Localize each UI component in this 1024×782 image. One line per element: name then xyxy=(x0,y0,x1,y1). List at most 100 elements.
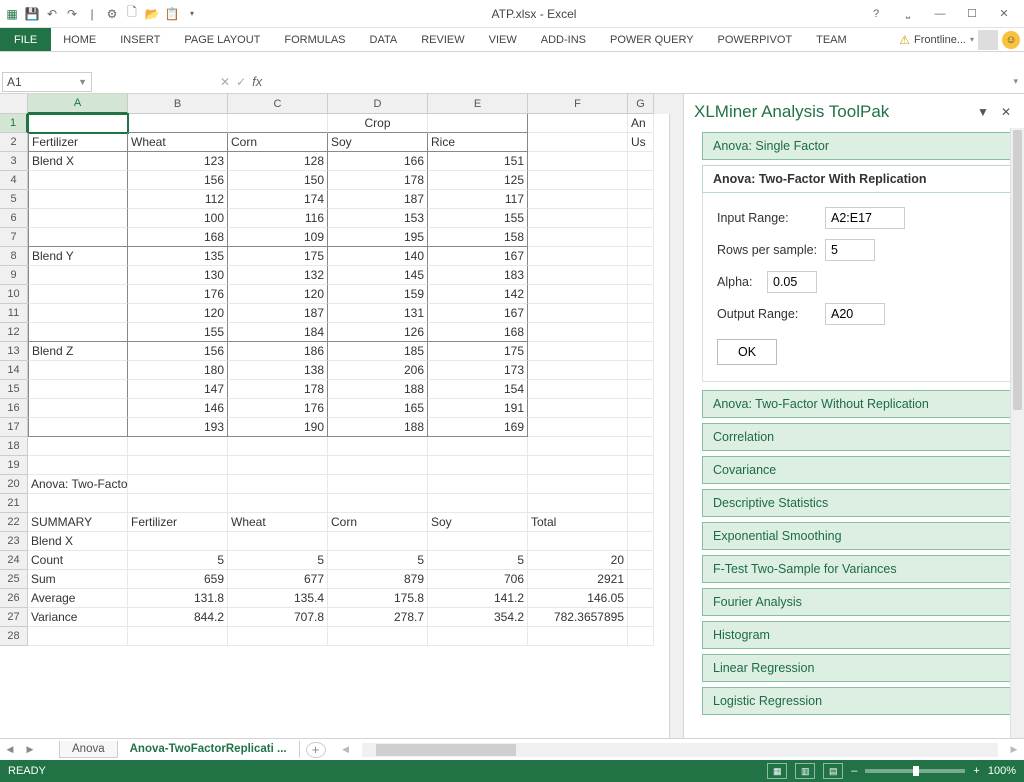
cell[interactable] xyxy=(628,551,654,570)
row-header[interactable]: 20 xyxy=(0,475,28,494)
cell[interactable] xyxy=(628,589,654,608)
cell[interactable] xyxy=(628,494,654,513)
cell[interactable] xyxy=(128,494,228,513)
zoom-in-button[interactable]: + xyxy=(973,765,979,777)
cell[interactable] xyxy=(528,133,628,152)
cell[interactable] xyxy=(628,209,654,228)
zoom-out-button[interactable]: – xyxy=(851,765,857,777)
cell[interactable] xyxy=(228,437,328,456)
cell[interactable]: Blend X xyxy=(28,532,128,551)
cell[interactable]: 175 xyxy=(428,342,528,361)
pane-menu-icon[interactable]: ▼ xyxy=(974,105,992,119)
cell[interactable] xyxy=(628,247,654,266)
tool-anova-single[interactable]: Anova: Single Factor xyxy=(702,132,1014,160)
cell[interactable] xyxy=(528,152,628,171)
col-header-G[interactable]: G xyxy=(628,94,654,114)
cell[interactable] xyxy=(628,190,654,209)
row-header[interactable]: 7 xyxy=(0,228,28,247)
zoom-slider[interactable] xyxy=(865,769,965,773)
cell[interactable]: Fertilizer xyxy=(128,513,228,532)
cell[interactable]: 145 xyxy=(328,266,428,285)
cell[interactable] xyxy=(528,627,628,646)
tool-item[interactable]: Fourier Analysis xyxy=(702,588,1014,616)
cell[interactable]: Wheat xyxy=(128,133,228,152)
row-header[interactable]: 4 xyxy=(0,171,28,190)
cell[interactable]: Sum xyxy=(28,570,128,589)
tab-file[interactable]: FILE xyxy=(0,28,51,51)
cell[interactable] xyxy=(628,532,654,551)
row-header[interactable]: 25 xyxy=(0,570,28,589)
cell[interactable]: 5 xyxy=(428,551,528,570)
cell[interactable] xyxy=(528,532,628,551)
cell[interactable]: Soy xyxy=(328,133,428,152)
row-header[interactable]: 22 xyxy=(0,513,28,532)
cell[interactable]: 5 xyxy=(128,551,228,570)
cell[interactable] xyxy=(528,475,628,494)
cell[interactable]: 126 xyxy=(328,323,428,342)
cell[interactable]: 184 xyxy=(228,323,328,342)
cell[interactable]: 175 xyxy=(228,247,328,266)
cell[interactable]: 117 xyxy=(428,190,528,209)
sheet-tab-anova[interactable]: Anova xyxy=(59,741,118,758)
cell[interactable]: 175.8 xyxy=(328,589,428,608)
cell[interactable]: 155 xyxy=(428,209,528,228)
horizontal-scrollbar[interactable] xyxy=(362,743,998,757)
cell[interactable] xyxy=(628,627,654,646)
cell[interactable]: 156 xyxy=(128,171,228,190)
tool-item[interactable]: Logistic Regression xyxy=(702,687,1014,715)
cell[interactable]: 120 xyxy=(128,304,228,323)
cell[interactable]: 112 xyxy=(128,190,228,209)
row-header[interactable]: 14 xyxy=(0,361,28,380)
cell[interactable] xyxy=(428,456,528,475)
cell[interactable] xyxy=(28,361,128,380)
cell[interactable] xyxy=(528,418,628,437)
minimize-icon[interactable]: — xyxy=(928,4,952,24)
cell[interactable] xyxy=(628,228,654,247)
cell[interactable] xyxy=(628,304,654,323)
cell[interactable]: Anova: Two-Factor With Replication xyxy=(28,475,128,494)
cell[interactable]: Total xyxy=(528,513,628,532)
row-header[interactable]: 8 xyxy=(0,247,28,266)
tab-formulas[interactable]: FORMULAS xyxy=(272,28,357,51)
cell[interactable]: 190 xyxy=(228,418,328,437)
cell[interactable] xyxy=(228,532,328,551)
cell[interactable] xyxy=(328,627,428,646)
row-header[interactable]: 24 xyxy=(0,551,28,570)
cell[interactable] xyxy=(628,171,654,190)
cell[interactable]: 188 xyxy=(328,380,428,399)
cell[interactable]: 677 xyxy=(228,570,328,589)
tab-team[interactable]: TEAM xyxy=(804,28,859,51)
cell[interactable] xyxy=(628,437,654,456)
tab-page-layout[interactable]: PAGE LAYOUT xyxy=(172,28,272,51)
save-icon[interactable]: 💾 xyxy=(24,6,40,22)
cell[interactable] xyxy=(628,475,654,494)
cell[interactable]: 206 xyxy=(328,361,428,380)
qat-icon[interactable]: ⚙ xyxy=(104,6,120,22)
cell[interactable]: 120 xyxy=(228,285,328,304)
cell[interactable] xyxy=(28,209,128,228)
cell[interactable] xyxy=(528,285,628,304)
cell[interactable] xyxy=(528,171,628,190)
tool-item[interactable]: Linear Regression xyxy=(702,654,1014,682)
cell[interactable]: 659 xyxy=(128,570,228,589)
cell[interactable]: 707.8 xyxy=(228,608,328,627)
cell[interactable] xyxy=(628,361,654,380)
cell[interactable]: 125 xyxy=(428,171,528,190)
redo-icon[interactable]: ↷ xyxy=(64,6,80,22)
row-header[interactable]: 27 xyxy=(0,608,28,627)
tab-review[interactable]: REVIEW xyxy=(409,28,476,51)
cell[interactable]: 186 xyxy=(228,342,328,361)
cell[interactable]: 159 xyxy=(328,285,428,304)
tab-insert[interactable]: INSERT xyxy=(108,28,172,51)
view-pagelayout-icon[interactable]: ▥ xyxy=(795,763,815,779)
row-header[interactable]: 13 xyxy=(0,342,28,361)
cell[interactable] xyxy=(328,437,428,456)
row-header[interactable]: 2 xyxy=(0,133,28,152)
tool-item[interactable]: Descriptive Statistics xyxy=(702,489,1014,517)
cell[interactable]: 146 xyxy=(128,399,228,418)
fx-icon[interactable]: fx xyxy=(252,74,262,89)
cell[interactable]: 135 xyxy=(128,247,228,266)
cell[interactable] xyxy=(228,627,328,646)
cell[interactable] xyxy=(528,247,628,266)
sheet-nav-next[interactable]: ► xyxy=(20,744,40,756)
